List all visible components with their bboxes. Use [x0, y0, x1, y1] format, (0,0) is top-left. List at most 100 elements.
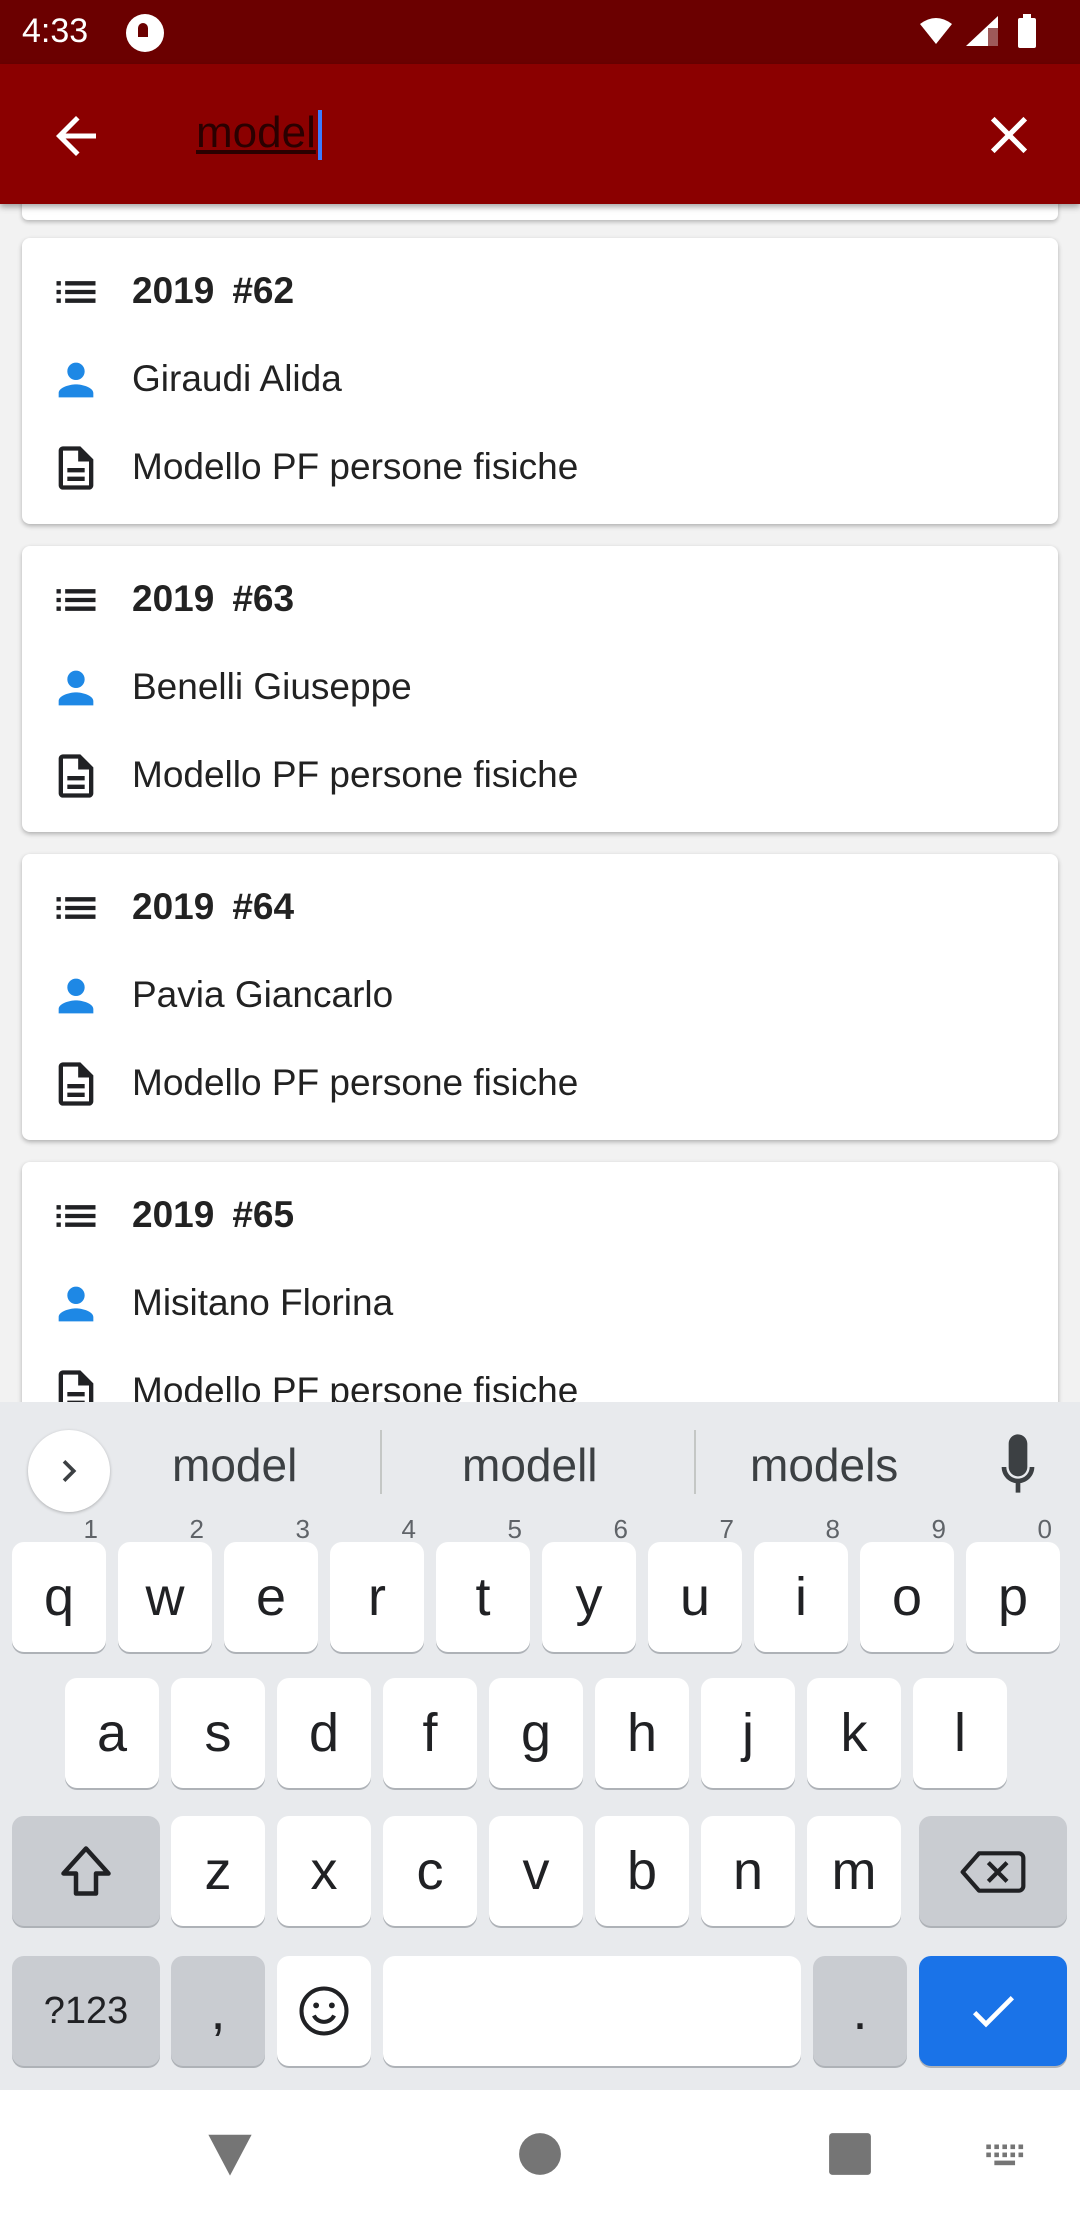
chevron-right-icon [62, 1460, 77, 1482]
key-c[interactable]: c [383, 1816, 477, 1926]
result-person-row: Pavia Giancarlo [22, 956, 1058, 1036]
key-label: n [732, 1841, 764, 1901]
key-r[interactable]: r4 [330, 1514, 424, 1652]
key-b[interactable]: b [595, 1816, 689, 1926]
key-w[interactable]: w2 [118, 1514, 212, 1652]
key-hint: 6 [613, 1514, 628, 1544]
key-label: ?123 [43, 1990, 129, 2032]
shift-key[interactable] [12, 1816, 160, 1926]
key-label: e [255, 1567, 287, 1627]
key-label: o [891, 1567, 923, 1627]
list-icon [56, 281, 96, 303]
result-number: #65 [232, 1194, 295, 1235]
text-cursor [317, 110, 322, 161]
key-s[interactable]: s [171, 1678, 265, 1788]
key-hint: 4 [401, 1514, 416, 1544]
key-m[interactable]: m [807, 1816, 901, 1926]
result-card[interactable]: 2019 #64 Pavia Giancarlo Modello PF perso… [22, 854, 1058, 1140]
key-z[interactable]: z [171, 1816, 265, 1926]
key-label: c [416, 1841, 444, 1901]
space-key[interactable] [383, 1956, 801, 2066]
key-label: v [522, 1841, 550, 1901]
key-x[interactable]: x [277, 1816, 371, 1926]
suggestion-3[interactable]: models [750, 1438, 898, 1492]
previous-result-card[interactable] [22, 204, 1058, 220]
symbols-key[interactable]: ?123 [12, 1956, 160, 2066]
key-d[interactable]: d [277, 1678, 371, 1788]
result-person-row: Misitano Florina [22, 1264, 1058, 1344]
key-a[interactable]: a [65, 1678, 159, 1788]
key-hint: 5 [507, 1514, 522, 1544]
key-k[interactable]: k [807, 1678, 901, 1788]
result-number: #63 [232, 578, 295, 619]
key-label: h [626, 1703, 658, 1763]
key-hint: 9 [931, 1514, 946, 1544]
keyboard-switch-icon[interactable] [984, 2142, 1030, 2170]
recents-square-icon[interactable] [828, 2132, 872, 2176]
key-e[interactable]: e3 [224, 1514, 318, 1652]
results-list[interactable]: 2019 #62 Giraudi Alida Modello PF persone… [0, 204, 1080, 1402]
key-hint: 0 [1037, 1514, 1052, 1544]
done-key[interactable] [919, 1956, 1067, 2066]
comma-key[interactable]: , [171, 1956, 265, 2066]
home-circle-icon[interactable] [518, 2132, 562, 2176]
smiley-icon [299, 1986, 349, 2036]
soft-keyboard: model modell models q1 w2 e3 r4 t5 y6 u7… [0, 1402, 1080, 2090]
period-key[interactable]: . [813, 1956, 907, 2066]
key-u[interactable]: u7 [648, 1514, 742, 1652]
mic-icon[interactable] [990, 1432, 1046, 1502]
key-p[interactable]: p0 [966, 1514, 1060, 1652]
key-j[interactable]: j [701, 1678, 795, 1788]
key-n[interactable]: n [701, 1816, 795, 1926]
result-document: Modello PF persone fisiche [132, 1062, 579, 1103]
key-o[interactable]: o9 [860, 1514, 954, 1652]
key-v[interactable]: v [489, 1816, 583, 1926]
document-icon [58, 1062, 94, 1106]
key-f[interactable]: f [383, 1678, 477, 1788]
result-card[interactable]: 2019 #62 Giraudi Alida Modello PF persone… [22, 238, 1058, 524]
search-app-bar: model [0, 64, 1080, 204]
key-y[interactable]: y6 [542, 1514, 636, 1652]
emoji-key[interactable] [277, 1956, 371, 2066]
result-person: Benelli Giuseppe [132, 666, 412, 707]
result-year: 2019 [132, 578, 215, 619]
suggestion-1[interactable]: model [172, 1438, 297, 1492]
key-t[interactable]: t5 [436, 1514, 530, 1652]
backspace-key[interactable] [919, 1816, 1067, 1926]
key-label: m [831, 1841, 877, 1901]
check-icon [972, 1996, 1014, 2028]
result-year: 2019 [132, 1194, 215, 1235]
key-l[interactable]: l [913, 1678, 1007, 1788]
back-triangle-icon[interactable] [206, 2130, 254, 2178]
key-q[interactable]: q1 [12, 1514, 106, 1652]
result-card[interactable]: 2019 #65 Misitano Florina Modello PF pers… [22, 1162, 1058, 1402]
key-h[interactable]: h [595, 1678, 689, 1788]
result-number-row: 2019 #63 [22, 560, 1058, 640]
result-card[interactable]: 2019 #63 Benelli Giuseppe Modello PF pers… [22, 546, 1058, 832]
result-number: #64 [232, 886, 295, 927]
shift-arrow-icon [61, 1846, 111, 1896]
search-query-text: model [196, 108, 316, 157]
navigation-bar [0, 2090, 1080, 2220]
suggestion-2[interactable]: modell [462, 1438, 598, 1492]
list-icon [56, 589, 96, 611]
key-label: s [204, 1703, 232, 1763]
key-g[interactable]: g [489, 1678, 583, 1788]
suggestion-divider [694, 1430, 696, 1494]
result-document-row: Modello PF persone fisiche [22, 428, 1058, 508]
arrow-left-icon[interactable] [46, 106, 106, 166]
system-status-icons [920, 14, 1036, 48]
key-i[interactable]: i8 [754, 1514, 848, 1652]
result-person: Giraudi Alida [132, 358, 342, 399]
key-label: u [679, 1567, 711, 1627]
document-icon [58, 754, 94, 798]
close-icon[interactable] [978, 104, 1040, 166]
person-icon [58, 362, 94, 398]
key-label: y [575, 1567, 603, 1627]
key-label: k [840, 1703, 868, 1763]
key-label: z [204, 1841, 232, 1901]
key-label: f [422, 1703, 438, 1763]
search-input[interactable]: model [196, 102, 956, 166]
key-label: a [96, 1703, 128, 1763]
expand-suggestions-button[interactable] [28, 1430, 110, 1512]
